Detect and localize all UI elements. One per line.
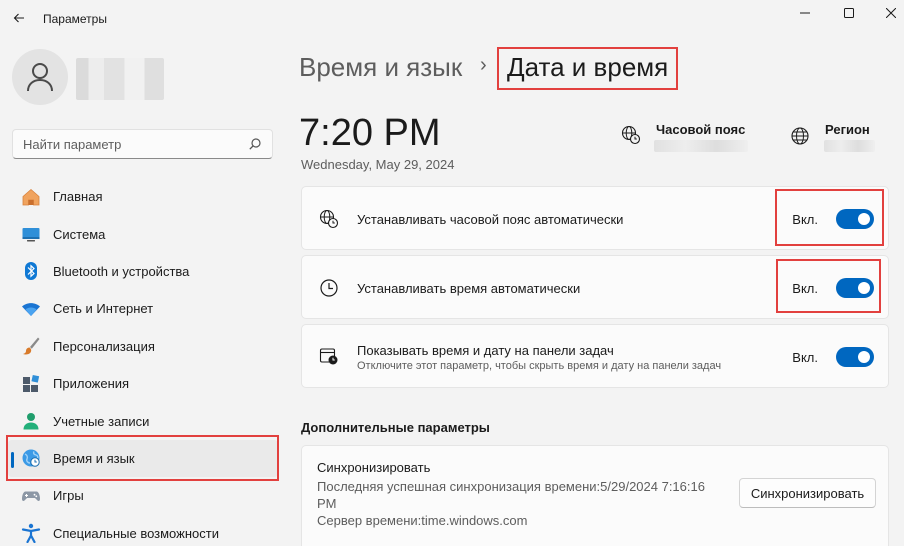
maximize-icon — [844, 8, 854, 18]
region-value-redacted — [824, 140, 875, 152]
sidebar-item-home[interactable]: Главная — [8, 178, 278, 215]
gamepad-icon — [21, 486, 41, 506]
toggle-state-label: Вкл. — [792, 281, 818, 296]
sidebar-item-gaming[interactable]: Игры — [8, 477, 278, 514]
wifi-icon — [21, 299, 41, 319]
sidebar-item-label: Сеть и Интернет — [53, 301, 154, 317]
back-arrow-icon — [13, 13, 24, 23]
home-icon — [21, 187, 41, 207]
globe-icon — [789, 125, 811, 147]
sidebar-item-apps[interactable]: Приложения — [8, 365, 278, 402]
taskbar-time-toggle[interactable] — [836, 347, 874, 367]
globe-clock-icon — [318, 208, 340, 230]
auto-timezone-toggle[interactable] — [836, 209, 874, 229]
avatar[interactable] — [12, 49, 68, 105]
sidebar-item-label: Учетные записи — [53, 413, 150, 429]
sync-now-button[interactable]: Синхронизировать — [739, 478, 876, 508]
sidebar-item-personalization[interactable]: Персонализация — [8, 328, 278, 365]
setting-label: Устанавливать время автоматически — [357, 281, 581, 296]
last-sync-text-cont: PM — [317, 496, 337, 511]
minimize-icon — [800, 12, 810, 14]
minimize-button[interactable] — [787, 2, 823, 24]
sync-card: Синхронизировать Последняя успешная синх… — [301, 445, 889, 546]
close-icon — [886, 8, 896, 18]
auto-time-toggle[interactable] — [836, 278, 874, 298]
back-button[interactable] — [8, 6, 30, 30]
last-sync-text: Последняя успешная синхронизация времени… — [317, 479, 705, 494]
timezone-value-redacted — [654, 140, 748, 152]
bluetooth-icon — [21, 261, 41, 281]
search-input[interactable] — [23, 136, 248, 152]
setting-description: Отключите этот параметр, чтобы скрыть вр… — [357, 360, 722, 372]
sidebar-item-accounts[interactable]: Учетные записи — [8, 402, 278, 439]
region-title: Регион — [825, 122, 870, 137]
toggle-state-label: Вкл. — [792, 350, 818, 365]
apps-icon — [21, 374, 41, 394]
timezone-title: Часовой пояс — [656, 122, 746, 137]
sidebar-item-bluetooth[interactable]: Bluetooth и устройства — [8, 253, 278, 290]
calendar-clock-icon — [318, 345, 340, 367]
sidebar-nav: Главная Система Bluetooth и устройства С… — [8, 178, 278, 546]
breadcrumb-parent[interactable]: Время и язык — [299, 52, 462, 83]
close-button[interactable] — [873, 2, 904, 24]
globe-clock-icon — [620, 124, 642, 146]
toggle-knob — [858, 351, 870, 363]
sidebar-item-label: Главная — [53, 189, 103, 205]
sidebar-item-label: Время и язык — [53, 450, 135, 466]
sync-title: Синхронизировать — [317, 460, 431, 475]
setting-auto-timezone: Устанавливать часовой пояс автоматически… — [301, 186, 889, 250]
time-server-text: Сервер времени:time.windows.com — [317, 513, 528, 528]
sidebar-item-system[interactable]: Система — [8, 215, 278, 252]
maximize-button[interactable] — [831, 2, 867, 24]
toggle-state-label: Вкл. — [792, 212, 818, 227]
toggle-knob — [858, 282, 870, 294]
setting-auto-time: Устанавливать время автоматически Вкл. — [301, 255, 889, 319]
sidebar-item-accessibility[interactable]: Специальные возможности — [8, 515, 278, 546]
setting-taskbar-time: Показывать время и дату на панели задач … — [301, 324, 889, 388]
breadcrumb-separator: › — [480, 54, 487, 76]
system-icon — [21, 224, 41, 244]
account-icon — [21, 411, 41, 431]
sidebar-item-label: Игры — [53, 488, 84, 504]
search-box[interactable] — [12, 129, 273, 159]
page-title: Дата и время — [507, 52, 669, 82]
sidebar-item-network[interactable]: Сеть и Интернет — [8, 290, 278, 327]
app-title: Параметры — [43, 12, 107, 26]
sidebar-item-label: Bluetooth и устройства — [53, 263, 190, 279]
sidebar-item-label: Приложения — [53, 376, 130, 392]
current-date: Wednesday, May 29, 2024 — [301, 157, 455, 172]
sidebar-item-label: Специальные возможности — [53, 525, 219, 541]
sidebar-item-label: Персонализация — [53, 338, 155, 354]
time-language-icon — [21, 448, 41, 468]
current-time: 7:20 PM — [299, 112, 441, 154]
clock-icon — [318, 277, 340, 299]
sidebar-item-time-language[interactable]: Время и язык — [8, 439, 278, 478]
title-bar: Параметры — [0, 0, 904, 36]
accessibility-icon — [21, 523, 41, 544]
toggle-knob — [858, 213, 870, 225]
user-icon — [27, 63, 53, 92]
sidebar-item-label: Система — [53, 226, 106, 242]
profile-name-redacted — [76, 58, 164, 100]
section-title-additional: Дополнительные параметры — [301, 420, 490, 435]
search-icon[interactable] — [248, 137, 262, 151]
setting-label: Показывать время и дату на панели задач — [357, 343, 614, 358]
setting-label: Устанавливать часовой пояс автоматически — [357, 212, 624, 227]
brush-icon — [21, 336, 41, 356]
